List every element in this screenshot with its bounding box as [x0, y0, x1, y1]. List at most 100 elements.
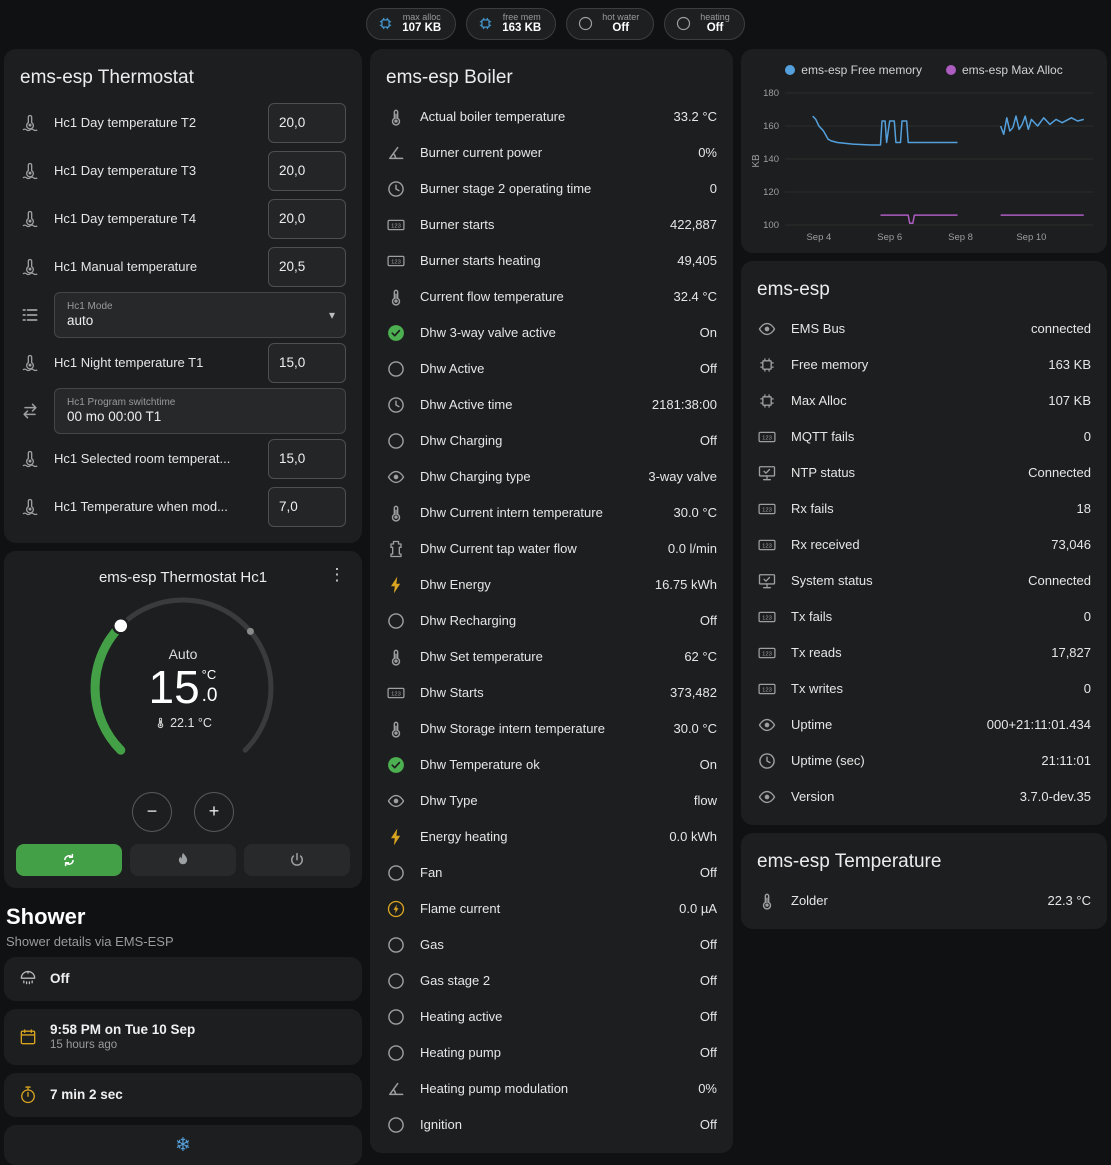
increase-temp-button[interactable]: +: [194, 792, 234, 832]
entity-value: Off: [700, 973, 717, 988]
entity-row[interactable]: 123Burner starts heating49,405: [370, 243, 733, 279]
counter-icon: 123: [757, 535, 777, 555]
dial-handle[interactable]: [113, 618, 128, 633]
dial-header: ems-esp Thermostat Hc1 ⋮: [16, 561, 350, 586]
entity-row[interactable]: 123Burner starts422,887: [370, 207, 733, 243]
entity-value: 17,827: [1051, 645, 1091, 660]
entity-row[interactable]: Flame current0.0 µA: [370, 891, 733, 927]
entity-row[interactable]: Heating pump modulation0%: [370, 1071, 733, 1107]
entity-row[interactable]: Dhw Energy16.75 kWh: [370, 567, 733, 603]
number-input[interactable]: 15,0: [268, 343, 346, 383]
entity-row[interactable]: System statusConnected: [741, 563, 1107, 599]
mode-select[interactable]: Hc1 Modeauto▾: [54, 292, 346, 338]
entity-row[interactable]: Dhw Charging type3-way valve: [370, 459, 733, 495]
entity-row[interactable]: Gas stage 2Off: [370, 963, 733, 999]
network-check-icon: [757, 463, 777, 483]
entity-row[interactable]: EMS Busconnected: [741, 311, 1107, 347]
status-badge[interactable]: max alloc107 KB: [366, 8, 456, 40]
svg-text:123: 123: [762, 507, 772, 513]
power-mode-button[interactable]: [244, 844, 350, 876]
list-icon: [20, 305, 40, 325]
entity-label: Dhw Type: [420, 793, 680, 808]
card-title: ems-esp Thermostat: [4, 49, 362, 99]
thermometer-water-icon: [20, 257, 40, 277]
entity-row[interactable]: Burner current power0%: [370, 135, 733, 171]
number-input[interactable]: 20,0: [268, 103, 346, 143]
circle-outline-icon: [386, 431, 406, 451]
heat-mode-button[interactable]: [130, 844, 236, 876]
legend-item[interactable]: ems-esp Free memory: [785, 63, 922, 77]
entity-label: Rx fails: [791, 501, 1063, 516]
memory-chart[interactable]: 100120140160180KBSep 4Sep 6Sep 8Sep 10: [749, 79, 1099, 251]
entity-row[interactable]: 123Tx reads17,827: [741, 635, 1107, 671]
status-badge[interactable]: heatingOff: [664, 8, 745, 40]
number-input[interactable]: 20,5: [268, 247, 346, 287]
number-input[interactable]: 20,0: [268, 151, 346, 191]
entity-row[interactable]: FanOff: [370, 855, 733, 891]
entity-row[interactable]: Current flow temperature32.4 °C: [370, 279, 733, 315]
legend-label: ems-esp Max Alloc: [962, 63, 1063, 77]
field-value: auto: [67, 313, 317, 328]
entity-row[interactable]: Zolder22.3 °C: [741, 883, 1107, 919]
entity-row[interactable]: 123Tx fails0: [741, 599, 1107, 635]
entity-row[interactable]: NTP statusConnected: [741, 455, 1107, 491]
entity-label: Burner starts heating: [420, 253, 663, 268]
badge-list: max alloc107 KB free mem163 KB hot waterOf…: [366, 8, 745, 40]
auto-mode-button[interactable]: [16, 844, 122, 876]
check-circle-icon: [386, 755, 406, 775]
entity-row[interactable]: Dhw Temperature okOn: [370, 747, 733, 783]
entity-label: Gas: [420, 937, 686, 952]
shower-row[interactable]: ❄: [4, 1125, 362, 1165]
entity-row[interactable]: Dhw RechargingOff: [370, 603, 733, 639]
entity-row[interactable]: Free memory163 KB: [741, 347, 1107, 383]
counter-icon: 123: [386, 215, 406, 235]
shower-row[interactable]: 9:58 PM on Tue 10 Sep15 hours ago: [4, 1009, 362, 1065]
entity-row[interactable]: Actual boiler temperature33.2 °C: [370, 99, 733, 135]
entity-row[interactable]: Version3.7.0-dev.35: [741, 779, 1107, 815]
thermostat-dial[interactable]: Auto 15 °C .0 22.1 °C: [78, 588, 288, 788]
lightning-icon: [386, 575, 406, 595]
entity-row[interactable]: Dhw ChargingOff: [370, 423, 733, 459]
entity-row[interactable]: Heating activeOff: [370, 999, 733, 1035]
entity-row[interactable]: Dhw Storage intern temperature30.0 °C: [370, 711, 733, 747]
thermometer-icon: [386, 287, 406, 307]
entity-label: Hc1 Day temperature T3: [54, 163, 254, 178]
entity-row[interactable]: Energy heating0.0 kWh: [370, 819, 733, 855]
switchtime-text-field[interactable]: Hc1 Program switchtime00 mo 00:00 T1: [54, 388, 346, 434]
entity-row[interactable]: Dhw Current intern temperature30.0 °C: [370, 495, 733, 531]
entity-row[interactable]: IgnitionOff: [370, 1107, 733, 1143]
entity-row[interactable]: 123Tx writes0: [741, 671, 1107, 707]
entity-row[interactable]: 123Dhw Starts373,482: [370, 675, 733, 711]
entity-row[interactable]: Dhw Typeflow: [370, 783, 733, 819]
more-options-icon[interactable]: ⋮: [324, 565, 350, 585]
entity-row[interactable]: Dhw Current tap water flow0.0 l/min: [370, 531, 733, 567]
decrease-temp-button[interactable]: −: [132, 792, 172, 832]
entity-row[interactable]: Dhw Set temperature62 °C: [370, 639, 733, 675]
entity-row[interactable]: Dhw 3-way valve activeOn: [370, 315, 733, 351]
entity-row[interactable]: GasOff: [370, 927, 733, 963]
number-input[interactable]: 7,0: [268, 487, 346, 527]
entity-row[interactable]: Max Alloc107 KB: [741, 383, 1107, 419]
status-badge[interactable]: hot waterOff: [566, 8, 654, 40]
shower-row[interactable]: Off: [4, 957, 362, 1001]
entity-row[interactable]: Burner stage 2 operating time0: [370, 171, 733, 207]
entity-row[interactable]: Dhw ActiveOff: [370, 351, 733, 387]
svg-text:140: 140: [763, 154, 779, 165]
entity-row[interactable]: Dhw Active time2181:38:00: [370, 387, 733, 423]
entity-label: Rx received: [791, 537, 1037, 552]
entity-value: 49,405: [677, 253, 717, 268]
entity-row[interactable]: Heating pumpOff: [370, 1035, 733, 1071]
entity-row[interactable]: 123MQTT fails0: [741, 419, 1107, 455]
thermometer-water-icon: [20, 449, 40, 469]
number-input[interactable]: 15,0: [268, 439, 346, 479]
shower-row[interactable]: 7 min 2 sec: [4, 1073, 362, 1117]
legend-item[interactable]: ems-esp Max Alloc: [946, 63, 1063, 77]
entity-label: Dhw Starts: [420, 685, 656, 700]
entity-row[interactable]: Uptime000+21:11:01.434: [741, 707, 1107, 743]
entity-row[interactable]: 123Rx fails18: [741, 491, 1107, 527]
entity-label: NTP status: [791, 465, 1014, 480]
status-badge[interactable]: free mem163 KB: [466, 8, 556, 40]
entity-row[interactable]: Uptime (sec)21:11:01: [741, 743, 1107, 779]
entity-row[interactable]: 123Rx received73,046: [741, 527, 1107, 563]
number-input[interactable]: 20,0: [268, 199, 346, 239]
